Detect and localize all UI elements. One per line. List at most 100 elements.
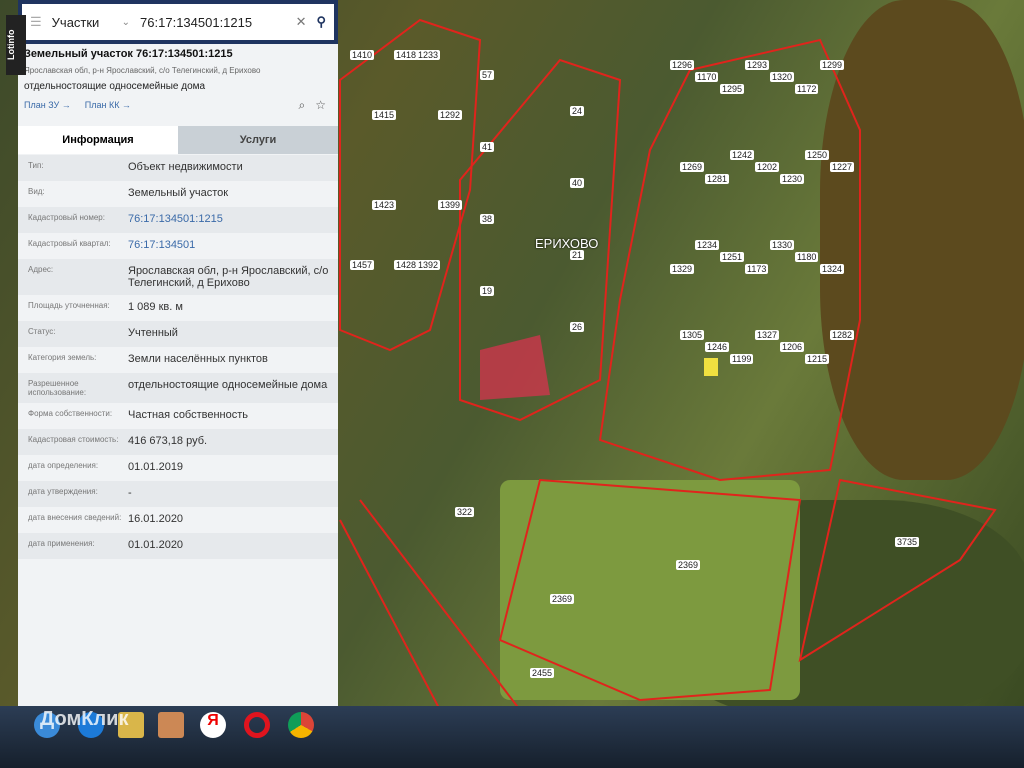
parcel-label[interactable]: 57 — [480, 70, 495, 80]
parcel-label[interactable]: 1199 — [730, 354, 754, 364]
info-value: - — [128, 487, 132, 499]
info-row: дата применения: 01.01.2020 — [18, 533, 338, 559]
parcel-label[interactable]: 1296 — [670, 60, 695, 70]
parcel-label[interactable]: 1418 — [394, 50, 419, 60]
parcel-label[interactable]: 1327 — [755, 330, 780, 340]
search-doc-icon[interactable]: ⌕ — [299, 98, 306, 113]
parcel-label[interactable]: 1234 — [695, 240, 720, 250]
info-row: дата определения: 01.01.2019 — [18, 455, 338, 481]
info-row: Площадь уточненная: 1 089 кв. м — [18, 295, 338, 321]
menu-icon[interactable]: ☰ — [30, 14, 42, 30]
parcel-label[interactable]: 1281 — [705, 174, 730, 184]
info-row: Кадастровый номер: 76:17:134501:1215 — [18, 207, 338, 233]
taskbar: Я — [0, 706, 1024, 768]
info-value: Земельный участок — [128, 187, 229, 199]
parcel-label[interactable]: 1423 — [372, 200, 397, 210]
parcel-label[interactable]: 1227 — [830, 162, 855, 172]
parcel-label[interactable]: 1269 — [680, 162, 705, 172]
field-label: 2369 — [550, 594, 575, 604]
parcel-label[interactable]: 1180 — [795, 252, 819, 262]
parcel-label[interactable]: 1415 — [372, 110, 397, 120]
info-value: 416 673,18 руб. — [128, 435, 208, 447]
info-value[interactable]: 76:17:134501:1215 — [128, 213, 330, 227]
parcel-label[interactable]: 1172 — [795, 84, 819, 94]
tab-information[interactable]: Информация — [18, 126, 178, 154]
yandex-icon[interactable]: Я — [200, 712, 226, 738]
parcel-label[interactable]: 26 — [570, 322, 585, 332]
parcel-label[interactable]: 1324 — [820, 264, 845, 274]
tab-services[interactable]: Услуги — [178, 126, 338, 154]
info-row: Вид: Земельный участок — [18, 181, 338, 207]
info-table: Тип: Объект недвижимости Вид: Земельный уча… — [18, 155, 338, 559]
info-key: Статус: — [28, 327, 56, 336]
opera-icon[interactable] — [244, 712, 270, 738]
info-row: Адрес: Ярославская обл, р-н Ярославский, … — [18, 259, 338, 295]
search-input[interactable]: 76:17:134501:1215 — [140, 15, 286, 30]
parcel-label[interactable]: 19 — [480, 286, 495, 296]
parcel-label[interactable]: 1233 — [416, 50, 441, 60]
parcel-label[interactable]: 1392 — [416, 260, 441, 270]
parcel-label[interactable]: 1292 — [438, 110, 463, 120]
category-select[interactable]: Участки — [52, 15, 112, 30]
parcel-label[interactable]: 38 — [480, 214, 495, 224]
search-icon[interactable]: ⚲ — [316, 14, 326, 30]
chevron-down-icon[interactable]: ⌄ — [122, 17, 130, 28]
clear-icon[interactable]: ✕ — [296, 14, 307, 30]
info-value: 16.01.2020 — [128, 513, 184, 525]
parcel-label[interactable]: 1305 — [680, 330, 705, 340]
parcel-label[interactable]: 1282 — [830, 330, 855, 340]
parcel-label[interactable]: 1299 — [820, 60, 845, 70]
info-value: Учтенный — [128, 327, 178, 339]
parcel-label[interactable]: 1242 — [730, 150, 755, 160]
info-value: Частная собственность — [128, 409, 249, 421]
parcel-title: Земельный участок 76:17:134501:1215 — [24, 48, 233, 60]
info-key: Категория земель: — [28, 353, 97, 362]
info-key: Вид: — [28, 187, 45, 196]
parcel-label[interactable]: 1295 — [720, 84, 745, 94]
field-label: 2369 — [676, 560, 701, 570]
parcel-label[interactable]: 1410 — [350, 50, 375, 60]
domclick-watermark: ДомКлик — [40, 708, 129, 730]
parcel-label[interactable]: 1330 — [770, 240, 795, 250]
parcel-label[interactable]: 40 — [570, 178, 585, 188]
parcel-label[interactable]: 1320 — [770, 72, 795, 82]
info-row: Категория земель: Земли населённых пункто… — [18, 347, 338, 373]
parcel-label[interactable]: 1202 — [755, 162, 780, 172]
info-key: Кадастровый номер: — [28, 213, 105, 222]
info-value: 1 089 кв. м — [128, 301, 183, 313]
plan-zu-link[interactable]: План ЗУ → — [24, 100, 71, 110]
parcel-label[interactable]: 1329 — [670, 264, 695, 274]
field-label: 3735 — [895, 537, 920, 547]
search-bar: ☰ Участки ⌄ 76:17:134501:1215 ✕ ⚲ — [18, 0, 338, 44]
parcel-label[interactable]: 1399 — [438, 200, 463, 210]
parcel-label[interactable]: 1457 — [350, 260, 375, 270]
lotinfo-side-tab[interactable]: Lotinfo — [6, 15, 26, 75]
parcel-label[interactable]: 1170 — [695, 72, 719, 82]
star-icon[interactable]: ☆ — [315, 98, 326, 113]
parcel-label[interactable]: 1206 — [780, 342, 805, 352]
parcel-label[interactable]: 1246 — [705, 342, 730, 352]
parcel-label[interactable]: 322 — [455, 507, 475, 517]
parcel-label[interactable]: 1250 — [805, 150, 830, 160]
info-key: Площадь уточненная: — [28, 301, 110, 310]
parcel-label[interactable]: 1215 — [805, 354, 830, 364]
plan-kk-link[interactable]: План КК → — [85, 100, 131, 110]
parcel-label[interactable]: 41 — [480, 142, 495, 152]
village-label: ЕРИХОВО — [535, 236, 599, 251]
parcel-label[interactable]: 1173 — [745, 264, 769, 274]
parcel-label[interactable]: 1251 — [720, 252, 745, 262]
parcel-label[interactable]: 1230 — [780, 174, 805, 184]
chrome-icon[interactable] — [288, 712, 314, 738]
parcel-label[interactable]: 1428 — [394, 260, 419, 270]
info-row: Форма собственности: Частная собственност… — [18, 403, 338, 429]
parcel-label[interactable]: 1293 — [745, 60, 770, 70]
info-value[interactable]: 76:17:134501 — [128, 239, 330, 253]
parcel-label[interactable]: 21 — [570, 250, 585, 260]
parcel-header: Земельный участок 76:17:134501:1215 Ярос… — [24, 48, 334, 113]
info-value: 01.01.2019 — [128, 461, 184, 473]
field-label: 2455 — [530, 668, 555, 678]
info-row: Статус: Учтенный — [18, 321, 338, 347]
media-icon[interactable] — [158, 712, 184, 738]
info-key: дата внесения сведений: — [28, 513, 122, 522]
parcel-label[interactable]: 24 — [570, 106, 585, 116]
